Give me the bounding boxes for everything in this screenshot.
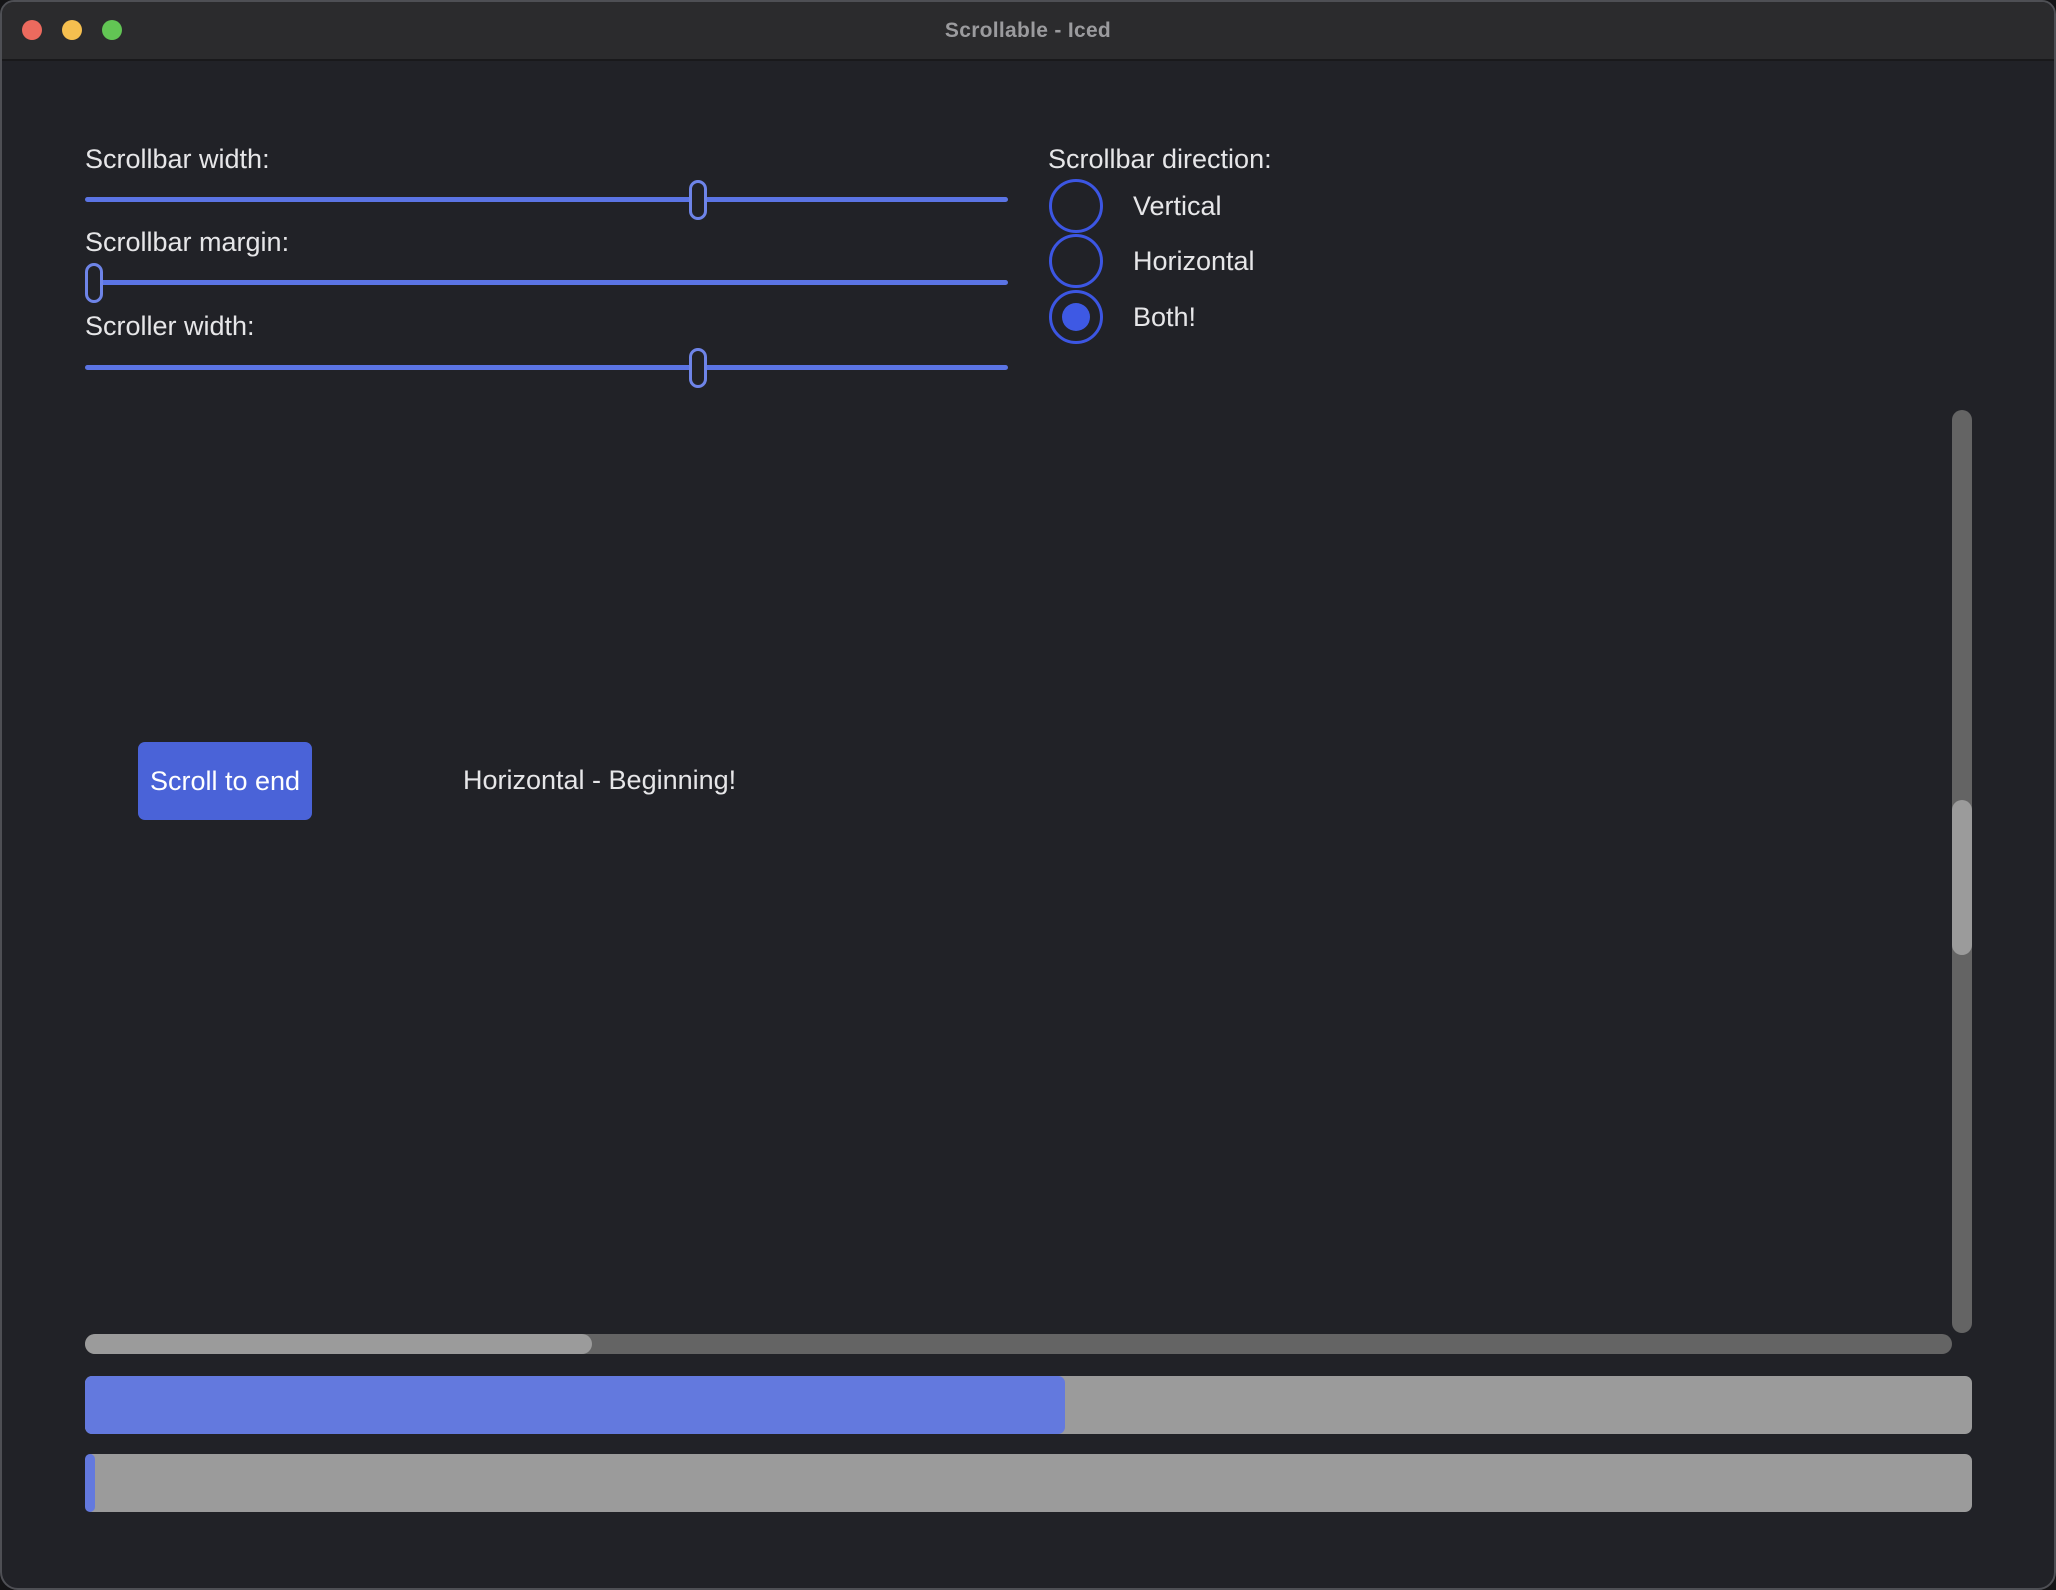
scrollbar-width-label: Scrollbar width: xyxy=(85,144,270,175)
app-window: Scrollable - Iced Scrollbar width: Scrol… xyxy=(0,0,2056,1590)
window-title: Scrollable - Iced xyxy=(945,19,1111,43)
scroller-width-slider[interactable] xyxy=(85,348,1008,388)
vertical-progress-bar xyxy=(85,1454,1972,1512)
slider-handle[interactable] xyxy=(689,348,707,388)
radio-circle-icon[interactable] xyxy=(1049,179,1103,233)
progress-fill xyxy=(85,1454,95,1512)
scroller-width-label: Scroller width: xyxy=(85,311,255,342)
radio-circle-icon[interactable] xyxy=(1049,290,1103,344)
radio-horizontal[interactable]: Horizontal xyxy=(1049,234,1255,288)
horizontal-scrollbar-thumb[interactable] xyxy=(85,1334,592,1354)
scrollbar-margin-label: Scrollbar margin: xyxy=(85,227,289,258)
minimize-button-icon[interactable] xyxy=(62,20,82,40)
slider-rail[interactable] xyxy=(85,280,1008,285)
vertical-scrollbar-thumb[interactable] xyxy=(1952,800,1972,955)
radio-both[interactable]: Both! xyxy=(1049,290,1196,344)
radio-vertical[interactable]: Vertical xyxy=(1049,179,1222,233)
radio-label[interactable]: Vertical xyxy=(1133,191,1222,222)
radio-circle-icon[interactable] xyxy=(1049,234,1103,288)
scrollbar-margin-slider[interactable] xyxy=(85,263,1008,303)
radio-selected-dot xyxy=(1062,303,1090,331)
horizontal-progress-bar xyxy=(85,1376,1972,1434)
zoom-button-icon[interactable] xyxy=(102,20,122,40)
slider-handle[interactable] xyxy=(689,180,707,220)
scrollbar-direction-label: Scrollbar direction: xyxy=(1048,144,1272,175)
close-button-icon[interactable] xyxy=(22,20,42,40)
scroll-status-text: Horizontal - Beginning! xyxy=(463,765,736,796)
slider-handle[interactable] xyxy=(85,263,103,303)
progress-fill xyxy=(85,1376,1065,1434)
title-bar: Scrollable - Iced xyxy=(2,2,2054,61)
radio-label[interactable]: Both! xyxy=(1133,302,1196,333)
traffic-lights xyxy=(22,20,122,40)
slider-rail[interactable] xyxy=(85,365,1008,370)
slider-rail[interactable] xyxy=(85,197,1008,202)
scrollbar-width-slider[interactable] xyxy=(85,180,1008,220)
radio-label[interactable]: Horizontal xyxy=(1133,246,1255,277)
scroll-to-end-button[interactable]: Scroll to end xyxy=(138,742,312,820)
